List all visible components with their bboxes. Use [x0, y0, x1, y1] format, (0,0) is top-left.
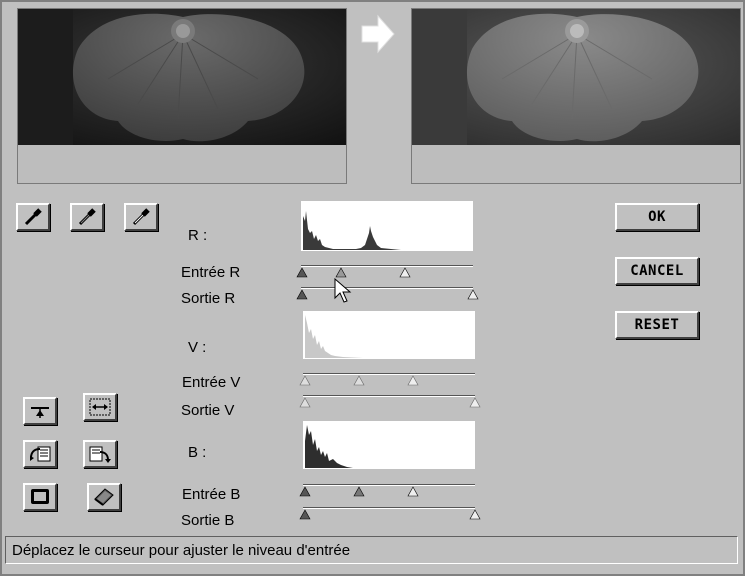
histogram-r [301, 201, 473, 251]
levels-icon [89, 398, 111, 416]
input-r-black-slider[interactable] [296, 267, 308, 279]
output-v-white-slider[interactable] [469, 397, 481, 409]
input-b-gray-slider[interactable] [353, 486, 365, 498]
arrow-right-icon [352, 8, 404, 60]
eyedropper-gray-button[interactable] [70, 203, 104, 231]
help-book-button[interactable] [87, 483, 121, 511]
output-v-black-slider[interactable] [299, 397, 311, 409]
input-r-white-slider[interactable] [399, 267, 411, 279]
levels-button[interactable] [83, 393, 117, 421]
before-image [18, 9, 346, 145]
mouse-cursor-icon [334, 278, 352, 303]
input-b-black-slider[interactable] [299, 486, 311, 498]
monitor-icon [31, 489, 49, 504]
monitor-button[interactable] [23, 483, 57, 511]
histogram-v [303, 311, 475, 359]
after-image [412, 9, 740, 145]
output-b-black-slider[interactable] [299, 509, 311, 521]
load-icon [30, 446, 51, 462]
output-r-white-slider[interactable] [467, 289, 479, 301]
output-b-white-slider[interactable] [469, 509, 481, 521]
eyedropper-black-icon [24, 208, 42, 226]
input-b-label: Entrée B [182, 486, 241, 503]
eyedropper-black-button[interactable] [16, 203, 50, 231]
input-b-white-slider[interactable] [407, 486, 419, 498]
output-r-label: Sortie R [181, 290, 236, 307]
book-icon [94, 488, 114, 506]
status-bar: Déplacez le curseur pour ajuster le nive… [5, 536, 738, 564]
input-v-gray-slider[interactable] [353, 375, 365, 387]
reset-button[interactable]: RESET [615, 311, 699, 339]
balance-icon [31, 407, 49, 418]
input-v-white-slider[interactable] [407, 375, 419, 387]
input-v-black-slider[interactable] [299, 375, 311, 387]
channel-label-v: V : [188, 339, 207, 356]
eyedropper-white-icon [132, 208, 150, 226]
histogram-b [303, 421, 475, 469]
preview-before [17, 8, 347, 184]
channel-label-r: R : [188, 227, 208, 244]
load-button[interactable] [23, 440, 57, 468]
preview-after [411, 8, 741, 184]
save-button[interactable] [83, 440, 117, 468]
ok-button[interactable]: OK [615, 203, 699, 231]
output-v-label: Sortie V [181, 402, 235, 419]
balance-button[interactable] [23, 397, 57, 425]
output-b-label: Sortie B [181, 512, 235, 529]
eyedropper-white-button[interactable] [124, 203, 158, 231]
input-v-label: Entrée V [182, 374, 241, 391]
input-r-label: Entrée R [181, 264, 241, 281]
save-icon [89, 446, 111, 463]
cancel-button[interactable]: CANCEL [615, 257, 699, 285]
eyedropper-gray-icon [78, 208, 96, 226]
channel-label-b: B : [188, 444, 207, 461]
output-r-black-slider[interactable] [296, 289, 308, 301]
